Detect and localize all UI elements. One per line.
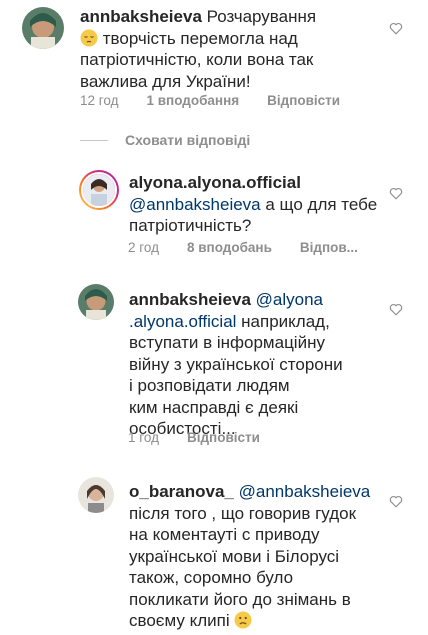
comment-line: Розчарування bbox=[206, 7, 317, 26]
comment-line: творчість перемогла над bbox=[102, 28, 298, 48]
slightly-frowning-face-icon bbox=[234, 611, 252, 629]
comment-line: на коментауті с приводу bbox=[129, 525, 320, 544]
mention[interactable]: .alyona.official bbox=[129, 312, 236, 331]
username[interactable]: o_baranova_ bbox=[129, 482, 234, 501]
avatar[interactable] bbox=[79, 170, 119, 210]
comment-line: покликати його до знімань в bbox=[129, 589, 351, 609]
comment-line: патріотичність? bbox=[129, 216, 252, 235]
heart-outline-icon[interactable] bbox=[389, 22, 403, 35]
heart-outline-icon[interactable] bbox=[389, 303, 403, 316]
comment-line: наприклад, bbox=[241, 311, 330, 331]
comment-line: своєму клипі bbox=[129, 611, 230, 630]
mention[interactable]: @annbaksheieva bbox=[239, 482, 371, 501]
likes-count[interactable]: 8 вподобань bbox=[187, 240, 272, 255]
comment-line: а що для тебе bbox=[265, 194, 378, 214]
divider bbox=[80, 140, 108, 141]
reply-button[interactable]: Відпов... bbox=[300, 240, 358, 255]
comment-line: вступати в інформаційну bbox=[129, 333, 325, 352]
comment-text: alyona.alyona.official @annbaksheieva а … bbox=[129, 172, 389, 237]
avatar[interactable] bbox=[22, 7, 64, 49]
mention[interactable]: @annbaksheieva bbox=[129, 195, 261, 214]
comment-text: annbaksheieva Розчарування творчість пер… bbox=[80, 6, 390, 92]
comment-line: після того , що говорив гудок bbox=[129, 503, 357, 523]
comment-line: війну з української сторони bbox=[129, 354, 343, 374]
comment-meta: 2 год 8 вподобань Відпов... bbox=[128, 240, 358, 255]
timestamp: 1 год bbox=[128, 430, 159, 445]
username[interactable]: alyona.alyona.official bbox=[129, 173, 301, 192]
comment-line: патріотичністю, коли вона так bbox=[80, 50, 314, 69]
avatar[interactable] bbox=[78, 477, 114, 513]
username[interactable]: annbaksheieva bbox=[129, 290, 251, 309]
likes-count[interactable]: 1 вподобання bbox=[146, 93, 239, 108]
comment-line: ким насправді є деякі bbox=[129, 397, 299, 417]
avatar[interactable] bbox=[78, 284, 114, 320]
reply-button[interactable]: Відповісти bbox=[267, 93, 340, 108]
comment-line: і розповідати людям bbox=[129, 376, 290, 395]
comment-text: annbaksheieva @alyona .alyona.official н… bbox=[129, 289, 399, 440]
pensive-face-icon bbox=[80, 29, 98, 47]
heart-outline-icon[interactable] bbox=[389, 187, 403, 200]
username[interactable]: annbaksheieva bbox=[80, 7, 202, 26]
heart-outline-icon[interactable] bbox=[389, 495, 403, 508]
comment-meta: 1 год Відповісти bbox=[128, 430, 288, 445]
mention[interactable]: @alyona bbox=[256, 290, 323, 309]
timestamp: 12 год bbox=[80, 93, 119, 108]
comment-line: важлива для України! bbox=[80, 71, 251, 91]
timestamp: 2 год bbox=[128, 240, 159, 255]
comment-text: o_baranova_ @annbaksheieva після того , … bbox=[129, 481, 399, 632]
comment-line: також, соромно було bbox=[129, 568, 294, 587]
comment-meta: 12 год 1 вподобання Відповісти bbox=[80, 93, 368, 108]
comment-line: української мови і Білорусі bbox=[129, 546, 340, 566]
reply-button[interactable]: Відповісти bbox=[187, 430, 260, 445]
hide-replies-button[interactable]: Сховати відповіді bbox=[125, 132, 250, 148]
